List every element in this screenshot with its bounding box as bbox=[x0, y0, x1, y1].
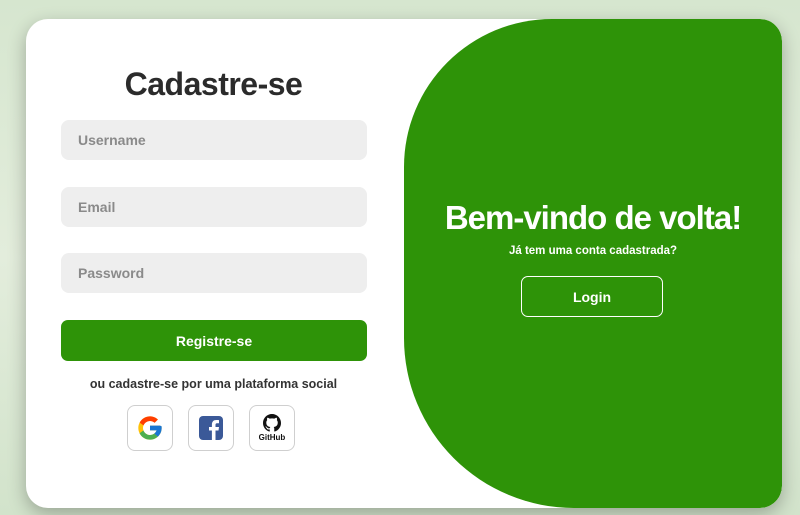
login-button[interactable]: Login bbox=[521, 276, 663, 317]
welcome-panel: Bem-vindo de volta! Já tem uma conta cad… bbox=[404, 19, 782, 508]
github-button[interactable]: GitHub bbox=[249, 405, 295, 451]
welcome-subtitle: Já tem uma conta cadastrada? bbox=[508, 245, 678, 257]
facebook-icon bbox=[199, 416, 223, 440]
register-form: Cadastre-se Registre-se ou cadastre-se p… bbox=[26, 19, 406, 508]
welcome-title: Bem-vindo de volta! bbox=[444, 199, 742, 236]
github-label: GitHub bbox=[258, 433, 286, 442]
social-buttons: GitHub bbox=[127, 405, 295, 451]
google-button[interactable] bbox=[127, 405, 173, 451]
auth-card: Cadastre-se Registre-se ou cadastre-se p… bbox=[26, 19, 782, 508]
username-input[interactable] bbox=[61, 120, 367, 160]
github-icon bbox=[263, 414, 281, 432]
register-title: Cadastre-se bbox=[124, 66, 303, 102]
google-icon bbox=[138, 416, 162, 440]
password-input[interactable] bbox=[61, 253, 367, 293]
social-login-text: ou cadastre-se por uma plataforma social bbox=[89, 377, 338, 391]
email-input[interactable] bbox=[61, 187, 367, 227]
register-button[interactable]: Registre-se bbox=[61, 320, 367, 361]
facebook-button[interactable] bbox=[188, 405, 234, 451]
